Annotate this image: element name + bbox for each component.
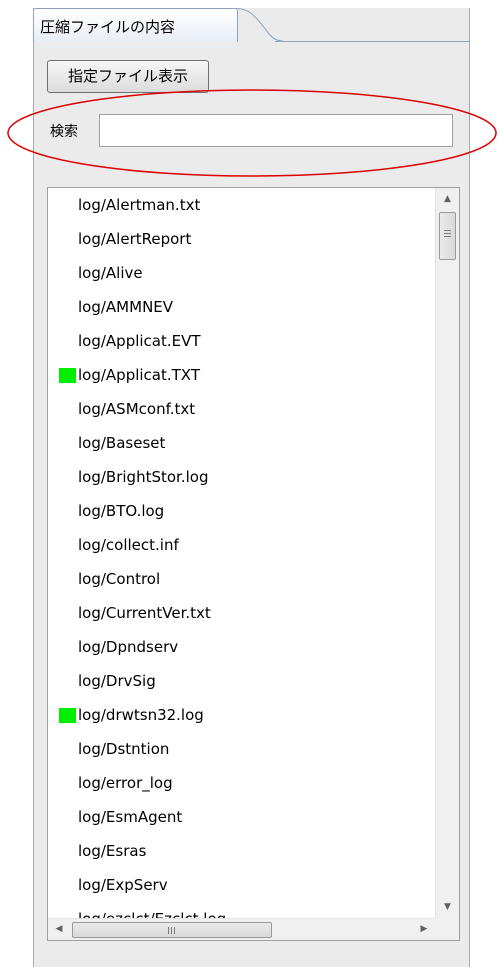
file-list-item[interactable]: log/Esras bbox=[48, 834, 436, 868]
file-list-item[interactable]: log/Control bbox=[48, 562, 436, 596]
vertical-scrollbar[interactable]: ▲ ▼ bbox=[435, 188, 459, 918]
file-name: log/ASMconf.txt bbox=[78, 400, 196, 418]
file-name: log/Control bbox=[78, 570, 161, 588]
file-list-item[interactable]: log/ezclct/Ezclct.log bbox=[48, 902, 436, 918]
scroll-left-arrow-icon[interactable]: ◀ bbox=[48, 919, 70, 940]
file-list-item[interactable]: log/Alertman.txt bbox=[48, 188, 436, 222]
file-name: log/AlertReport bbox=[78, 230, 192, 248]
horizontal-scrollbar[interactable]: ◀ ▶ bbox=[48, 918, 435, 940]
file-name: log/error_log bbox=[78, 774, 173, 792]
file-name: log/Dpndserv bbox=[78, 638, 179, 656]
file-name: log/BrightStor.log bbox=[78, 468, 209, 486]
file-name: log/Dstntion bbox=[78, 740, 170, 758]
file-list-item[interactable]: log/EsmAgent bbox=[48, 800, 436, 834]
file-list-item[interactable]: log/Baseset bbox=[48, 426, 436, 460]
file-name: log/Alive bbox=[78, 264, 143, 282]
scroll-down-arrow-icon[interactable]: ▼ bbox=[436, 896, 459, 918]
file-list-item[interactable]: log/Applicat.EVT bbox=[48, 324, 436, 358]
file-name: log/Alertman.txt bbox=[78, 196, 201, 214]
scroll-up-arrow-icon[interactable]: ▲ bbox=[436, 188, 459, 210]
file-name: log/AMMNEV bbox=[78, 298, 174, 316]
file-name: log/ExpServ bbox=[78, 876, 168, 894]
match-marker-icon bbox=[59, 708, 76, 723]
search-input[interactable] bbox=[99, 114, 453, 147]
file-list-item[interactable]: log/Dstntion bbox=[48, 732, 436, 766]
search-label: 検索 bbox=[50, 124, 78, 140]
tab-archive-contents[interactable]: 圧縮ファイルの内容 bbox=[33, 8, 238, 42]
file-name: log/Applicat.EVT bbox=[78, 332, 201, 350]
file-list-item[interactable]: log/CurrentVer.txt bbox=[48, 596, 436, 630]
file-name: log/drwtsn32.log bbox=[78, 706, 204, 724]
file-name: log/CurrentVer.txt bbox=[78, 604, 211, 622]
file-list-item[interactable]: log/DrvSig bbox=[48, 664, 436, 698]
scroll-right-arrow-icon[interactable]: ▶ bbox=[413, 919, 435, 940]
file-name: log/collect.inf bbox=[78, 536, 179, 554]
file-name: log/DrvSig bbox=[78, 672, 156, 690]
file-name: log/Esras bbox=[78, 842, 147, 860]
file-name: log/Applicat.TXT bbox=[78, 366, 200, 384]
file-list-item[interactable]: log/error_log bbox=[48, 766, 436, 800]
file-list-item[interactable]: log/Applicat.TXT bbox=[48, 358, 436, 392]
horizontal-scroll-thumb[interactable] bbox=[72, 922, 272, 938]
file-list-item[interactable]: log/collect.inf bbox=[48, 528, 436, 562]
file-list-item[interactable]: log/ASMconf.txt bbox=[48, 392, 436, 426]
file-name: log/BTO.log bbox=[78, 502, 165, 520]
tab-label: 圧縮ファイルの内容 bbox=[40, 18, 176, 36]
file-name: log/ezclct/Ezclct.log bbox=[78, 902, 226, 918]
file-list-item[interactable]: log/BTO.log bbox=[48, 494, 436, 528]
file-name: log/Baseset bbox=[78, 434, 166, 452]
vertical-scroll-thumb[interactable] bbox=[439, 212, 456, 260]
tab-baseline bbox=[275, 41, 470, 42]
match-marker-icon bbox=[59, 368, 76, 383]
file-list-item[interactable]: log/BrightStor.log bbox=[48, 460, 436, 494]
file-list-item[interactable]: log/Dpndserv bbox=[48, 630, 436, 664]
file-list-item[interactable]: log/AMMNEV bbox=[48, 290, 436, 324]
scrollbar-corner bbox=[435, 918, 459, 940]
file-list[interactable]: log/Alertman.txt log/AlertReport log/Alive… bbox=[47, 187, 460, 941]
file-list-item[interactable]: log/ExpServ bbox=[48, 868, 436, 902]
file-list-item[interactable]: log/Alive bbox=[48, 256, 436, 290]
file-list-rows: log/Alertman.txt log/AlertReport log/Alive… bbox=[48, 188, 436, 918]
file-list-item[interactable]: log/drwtsn32.log bbox=[48, 698, 436, 732]
tab-edge-curve bbox=[233, 8, 283, 42]
show-specified-file-button[interactable]: 指定ファイル表示 bbox=[47, 60, 209, 93]
file-name: log/EsmAgent bbox=[78, 808, 183, 826]
tab-strip: 圧縮ファイルの内容 bbox=[33, 8, 470, 42]
file-list-item[interactable]: log/AlertReport bbox=[48, 222, 436, 256]
